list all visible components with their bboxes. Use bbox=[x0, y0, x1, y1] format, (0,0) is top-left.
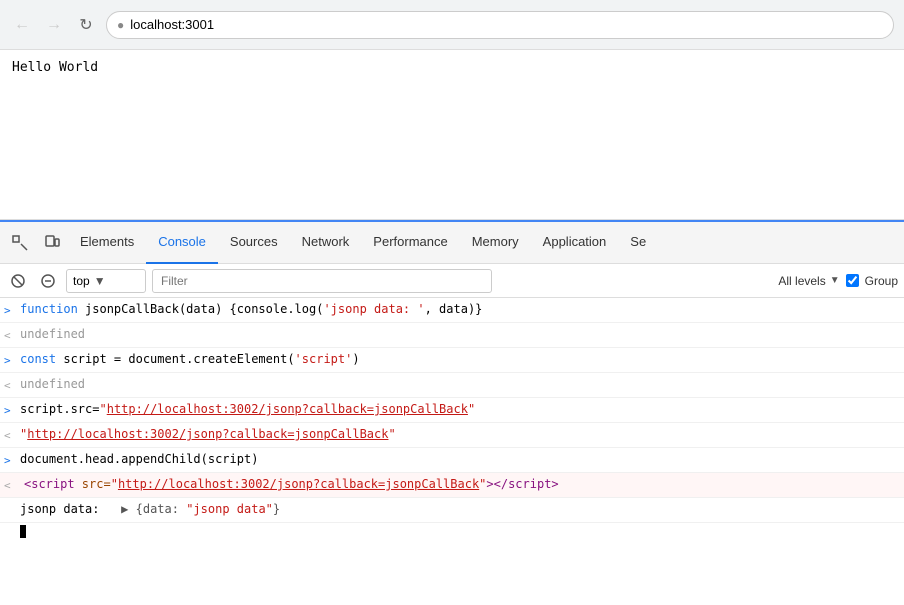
console-output[interactable]: > function jsonpCallBack(data) {console.… bbox=[0, 298, 904, 605]
console-row: < undefined bbox=[0, 373, 904, 398]
console-line-7: document.head.appendChild(script) bbox=[20, 450, 258, 468]
address-bar[interactable]: ● localhost:3001 bbox=[106, 11, 894, 39]
console-line-1: function jsonpCallBack(data) {console.lo… bbox=[20, 300, 482, 318]
tab-elements[interactable]: Elements bbox=[68, 222, 146, 264]
devtools-toolbar: top ▼ All levels ▼ Group bbox=[0, 264, 904, 298]
console-row: > const script = document.createElement(… bbox=[0, 348, 904, 373]
spacer-arrow: > bbox=[4, 500, 20, 520]
input-arrow: > bbox=[4, 350, 20, 370]
context-selector[interactable]: top ▼ bbox=[66, 269, 146, 293]
input-arrow: > bbox=[4, 300, 20, 320]
tab-memory-label: Memory bbox=[472, 234, 519, 249]
output-arrow: < bbox=[4, 475, 20, 495]
tab-application-label: Application bbox=[543, 234, 607, 249]
tab-performance[interactable]: Performance bbox=[361, 222, 459, 264]
group-label: Group bbox=[865, 274, 898, 288]
console-row: > document.head.appendChild(script) bbox=[0, 448, 904, 473]
console-row: > jsonp data: ▶ {data: "jsonp data"} bbox=[0, 498, 904, 523]
console-line-6: "http://localhost:3002/jsonp?callback=js… bbox=[20, 425, 396, 443]
console-line-3: const script = document.createElement('s… bbox=[20, 350, 360, 368]
page-content: Hello World bbox=[0, 50, 904, 220]
hello-world-text: Hello World bbox=[12, 60, 98, 75]
filter-input[interactable] bbox=[152, 269, 492, 293]
output-arrow: < bbox=[4, 325, 20, 345]
tab-performance-label: Performance bbox=[373, 234, 447, 249]
devtools-panel: Elements Console Sources Network Perform… bbox=[0, 220, 904, 605]
tab-network[interactable]: Network bbox=[290, 222, 362, 264]
tab-sources-label: Sources bbox=[230, 234, 278, 249]
lock-icon: ● bbox=[117, 18, 124, 32]
device-toolbar-icon[interactable] bbox=[38, 229, 66, 257]
console-row: < <script src="http://localhost:3002/jso… bbox=[0, 473, 904, 498]
console-line-8: <script src="http://localhost:3002/jsonp… bbox=[20, 475, 559, 493]
console-cursor-line[interactable] bbox=[0, 523, 904, 540]
back-button[interactable]: ← bbox=[10, 13, 34, 37]
browser-chrome: ← → ↻ ● localhost:3001 bbox=[0, 0, 904, 50]
console-row: > function jsonpCallBack(data) {console.… bbox=[0, 298, 904, 323]
tab-application[interactable]: Application bbox=[531, 222, 619, 264]
inspect-element-icon[interactable] bbox=[6, 229, 34, 257]
tab-network-label: Network bbox=[302, 234, 350, 249]
url-text: localhost:3001 bbox=[130, 17, 214, 32]
console-row: > script.src="http://localhost:3002/json… bbox=[0, 398, 904, 423]
console-line-5: script.src="http://localhost:3002/jsonp?… bbox=[20, 400, 475, 418]
console-line-2: undefined bbox=[20, 325, 85, 343]
tab-memory[interactable]: Memory bbox=[460, 222, 531, 264]
filter-icon-button[interactable] bbox=[36, 269, 60, 293]
console-row: < "http://localhost:3002/jsonp?callback=… bbox=[0, 423, 904, 448]
output-arrow: < bbox=[4, 375, 20, 395]
context-dropdown-icon: ▼ bbox=[94, 274, 106, 288]
reload-button[interactable]: ↻ bbox=[74, 13, 98, 37]
tab-console[interactable]: Console bbox=[146, 222, 218, 264]
output-arrow: < bbox=[4, 425, 20, 445]
group-checkbox[interactable] bbox=[846, 274, 859, 287]
tab-security[interactable]: Se bbox=[618, 222, 658, 264]
tab-console-label: Console bbox=[158, 234, 206, 249]
tab-sources[interactable]: Sources bbox=[218, 222, 290, 264]
tab-elements-label: Elements bbox=[80, 234, 134, 249]
cursor bbox=[20, 525, 26, 538]
console-row: < undefined bbox=[0, 323, 904, 348]
tab-security-label: Se bbox=[630, 234, 646, 249]
context-value: top bbox=[73, 274, 90, 288]
devtools-tabs-bar: Elements Console Sources Network Perform… bbox=[0, 222, 904, 264]
input-arrow: > bbox=[4, 450, 20, 470]
console-line-4: undefined bbox=[20, 375, 85, 393]
input-arrow: > bbox=[4, 400, 20, 420]
levels-dropdown-icon: ▼ bbox=[830, 275, 840, 286]
all-levels-dropdown[interactable]: All levels ▼ bbox=[778, 274, 839, 288]
forward-button[interactable]: → bbox=[42, 13, 66, 37]
clear-console-button[interactable] bbox=[6, 269, 30, 293]
all-levels-label: All levels bbox=[778, 274, 825, 288]
console-line-9: jsonp data: ▶ {data: "jsonp data"} bbox=[20, 500, 280, 518]
